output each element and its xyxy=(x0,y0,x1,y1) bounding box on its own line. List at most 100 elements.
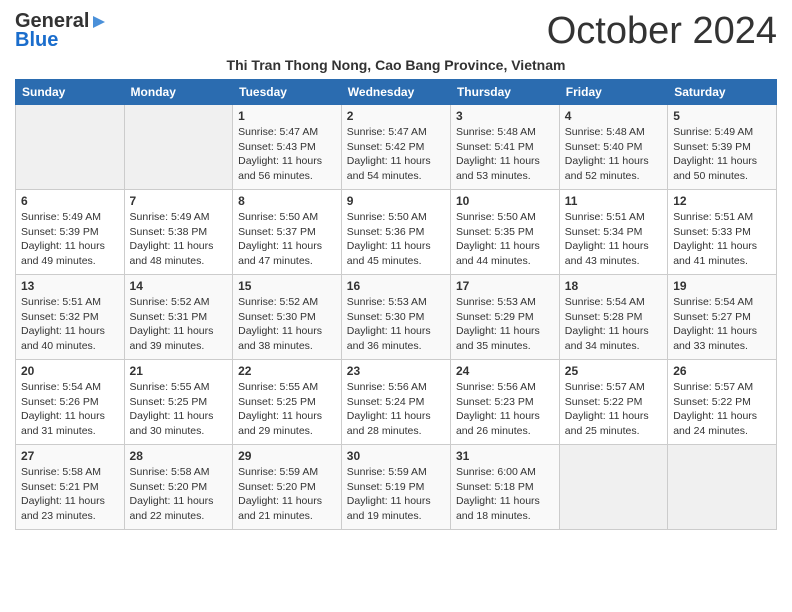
calendar-cell: 25 Sunrise: 5:57 AMSunset: 5:22 PMDayligh… xyxy=(559,360,667,445)
day-number: 26 xyxy=(673,364,771,378)
cell-details: Sunrise: 5:53 AMSunset: 5:30 PMDaylight:… xyxy=(347,295,445,354)
cell-details: Sunrise: 5:50 AMSunset: 5:35 PMDaylight:… xyxy=(456,210,554,269)
day-number: 24 xyxy=(456,364,554,378)
day-number: 30 xyxy=(347,449,445,463)
calendar-cell: 16 Sunrise: 5:53 AMSunset: 5:30 PMDayligh… xyxy=(341,275,450,360)
calendar-cell: 21 Sunrise: 5:55 AMSunset: 5:25 PMDayligh… xyxy=(124,360,233,445)
calendar-week-row: 27Sunrise: 5:58 AMSunset: 5:21 PMDayligh… xyxy=(16,445,777,530)
day-number: 3 xyxy=(456,109,554,123)
calendar-cell: 29 Sunrise: 5:59 AMSunset: 5:20 PMDayligh… xyxy=(233,445,342,530)
calendar-cell: 4 Sunrise: 5:48 AMSunset: 5:40 PMDaylight… xyxy=(559,105,667,190)
day-number: 5 xyxy=(673,109,771,123)
day-number: 9 xyxy=(347,194,445,208)
calendar-cell: 8 Sunrise: 5:50 AMSunset: 5:37 PMDaylight… xyxy=(233,190,342,275)
calendar-cell: 10Sunrise: 5:50 AMSunset: 5:35 PMDayligh… xyxy=(450,190,559,275)
month-title: October 2024 xyxy=(547,10,777,53)
calendar-cell: 11 Sunrise: 5:51 AMSunset: 5:34 PMDayligh… xyxy=(559,190,667,275)
cell-details: Sunrise: 5:49 AMSunset: 5:39 PMDaylight:… xyxy=(673,125,771,184)
logo: General Blue xyxy=(15,10,111,52)
logo-blue: Blue xyxy=(15,29,58,52)
day-number: 13 xyxy=(21,279,119,293)
calendar-cell: 12Sunrise: 5:51 AMSunset: 5:33 PMDayligh… xyxy=(668,190,777,275)
calendar-cell: 14 Sunrise: 5:52 AMSunset: 5:31 PMDayligh… xyxy=(124,275,233,360)
day-number: 19 xyxy=(673,279,771,293)
calendar-cell: 18 Sunrise: 5:54 AMSunset: 5:28 PMDayligh… xyxy=(559,275,667,360)
calendar-cell: 9Sunrise: 5:50 AMSunset: 5:36 PMDaylight… xyxy=(341,190,450,275)
day-number: 20 xyxy=(21,364,119,378)
calendar-cell: 1 Sunrise: 5:47 AMSunset: 5:43 PMDaylight… xyxy=(233,105,342,190)
calendar-cell: 13 Sunrise: 5:51 AMSunset: 5:32 PMDayligh… xyxy=(16,275,125,360)
cell-details: Sunrise: 5:54 AMSunset: 5:27 PMDaylight:… xyxy=(673,295,771,354)
day-number: 21 xyxy=(130,364,228,378)
cell-details: Sunrise: 5:59 AMSunset: 5:20 PMDaylight:… xyxy=(238,465,336,524)
calendar-cell: 31 Sunrise: 6:00 AMSunset: 5:18 PMDayligh… xyxy=(450,445,559,530)
calendar-cell: 28Sunrise: 5:58 AMSunset: 5:20 PMDayligh… xyxy=(124,445,233,530)
day-number: 2 xyxy=(347,109,445,123)
cell-details: Sunrise: 5:57 AMSunset: 5:22 PMDaylight:… xyxy=(565,380,662,439)
day-number: 16 xyxy=(347,279,445,293)
calendar-body: 1 Sunrise: 5:47 AMSunset: 5:43 PMDaylight… xyxy=(16,105,777,530)
cell-details: Sunrise: 5:51 AMSunset: 5:34 PMDaylight:… xyxy=(565,210,662,269)
cell-details: Sunrise: 5:49 AMSunset: 5:38 PMDaylight:… xyxy=(130,210,228,269)
day-number: 4 xyxy=(565,109,662,123)
header-cell-thursday: Thursday xyxy=(450,80,559,105)
logo-arrow-icon xyxy=(91,12,111,32)
calendar-cell: 5 Sunrise: 5:49 AMSunset: 5:39 PMDaylight… xyxy=(668,105,777,190)
header-cell-wednesday: Wednesday xyxy=(341,80,450,105)
day-number: 27 xyxy=(21,449,119,463)
calendar-cell: 3 Sunrise: 5:48 AMSunset: 5:41 PMDaylight… xyxy=(450,105,559,190)
calendar-cell xyxy=(668,445,777,530)
day-number: 31 xyxy=(456,449,554,463)
cell-details: Sunrise: 5:56 AMSunset: 5:23 PMDaylight:… xyxy=(456,380,554,439)
cell-details: Sunrise: 5:51 AMSunset: 5:32 PMDaylight:… xyxy=(21,295,119,354)
cell-details: Sunrise: 5:48 AMSunset: 5:41 PMDaylight:… xyxy=(456,125,554,184)
title-text: October 2024 xyxy=(547,10,777,52)
day-number: 29 xyxy=(238,449,336,463)
calendar-week-row: 1 Sunrise: 5:47 AMSunset: 5:43 PMDaylight… xyxy=(16,105,777,190)
cell-details: Sunrise: 5:49 AMSunset: 5:39 PMDaylight:… xyxy=(21,210,119,269)
calendar-cell: 19 Sunrise: 5:54 AMSunset: 5:27 PMDayligh… xyxy=(668,275,777,360)
calendar-cell: 22Sunrise: 5:55 AMSunset: 5:25 PMDayligh… xyxy=(233,360,342,445)
header-cell-saturday: Saturday xyxy=(668,80,777,105)
header-cell-tuesday: Tuesday xyxy=(233,80,342,105)
calendar-cell: 26 Sunrise: 5:57 AMSunset: 5:22 PMDayligh… xyxy=(668,360,777,445)
day-number: 8 xyxy=(238,194,336,208)
calendar-cell: 15Sunrise: 5:52 AMSunset: 5:30 PMDayligh… xyxy=(233,275,342,360)
cell-details: Sunrise: 5:50 AMSunset: 5:37 PMDaylight:… xyxy=(238,210,336,269)
cell-details: Sunrise: 5:47 AMSunset: 5:43 PMDaylight:… xyxy=(238,125,336,184)
cell-details: Sunrise: 5:54 AMSunset: 5:26 PMDaylight:… xyxy=(21,380,119,439)
header-cell-sunday: Sunday xyxy=(16,80,125,105)
calendar-cell xyxy=(124,105,233,190)
day-number: 25 xyxy=(565,364,662,378)
day-number: 18 xyxy=(565,279,662,293)
calendar-cell xyxy=(559,445,667,530)
calendar-header-row: SundayMondayTuesdayWednesdayThursdayFrid… xyxy=(16,80,777,105)
cell-details: Sunrise: 5:52 AMSunset: 5:31 PMDaylight:… xyxy=(130,295,228,354)
calendar-cell: 27Sunrise: 5:58 AMSunset: 5:21 PMDayligh… xyxy=(16,445,125,530)
day-number: 1 xyxy=(238,109,336,123)
day-number: 15 xyxy=(238,279,336,293)
cell-details: Sunrise: 5:54 AMSunset: 5:28 PMDaylight:… xyxy=(565,295,662,354)
calendar-week-row: 6Sunrise: 5:49 AMSunset: 5:39 PMDaylight… xyxy=(16,190,777,275)
day-number: 22 xyxy=(238,364,336,378)
cell-details: Sunrise: 5:55 AMSunset: 5:25 PMDaylight:… xyxy=(130,380,228,439)
calendar-cell xyxy=(16,105,125,190)
calendar-cell: 17Sunrise: 5:53 AMSunset: 5:29 PMDayligh… xyxy=(450,275,559,360)
calendar-table: SundayMondayTuesdayWednesdayThursdayFrid… xyxy=(15,79,777,530)
day-number: 23 xyxy=(347,364,445,378)
cell-details: Sunrise: 6:00 AMSunset: 5:18 PMDaylight:… xyxy=(456,465,554,524)
calendar-week-row: 13 Sunrise: 5:51 AMSunset: 5:32 PMDayligh… xyxy=(16,275,777,360)
day-number: 17 xyxy=(456,279,554,293)
cell-details: Sunrise: 5:51 AMSunset: 5:33 PMDaylight:… xyxy=(673,210,771,269)
calendar-cell: 23Sunrise: 5:56 AMSunset: 5:24 PMDayligh… xyxy=(341,360,450,445)
cell-details: Sunrise: 5:48 AMSunset: 5:40 PMDaylight:… xyxy=(565,125,662,184)
header: General Blue October 2024 xyxy=(15,10,777,53)
subtitle: Thi Tran Thong Nong, Cao Bang Province, … xyxy=(15,57,777,73)
cell-details: Sunrise: 5:57 AMSunset: 5:22 PMDaylight:… xyxy=(673,380,771,439)
calendar-cell: 30Sunrise: 5:59 AMSunset: 5:19 PMDayligh… xyxy=(341,445,450,530)
day-number: 7 xyxy=(130,194,228,208)
calendar-cell: 20 Sunrise: 5:54 AMSunset: 5:26 PMDayligh… xyxy=(16,360,125,445)
cell-details: Sunrise: 5:47 AMSunset: 5:42 PMDaylight:… xyxy=(347,125,445,184)
day-number: 11 xyxy=(565,194,662,208)
day-number: 14 xyxy=(130,279,228,293)
